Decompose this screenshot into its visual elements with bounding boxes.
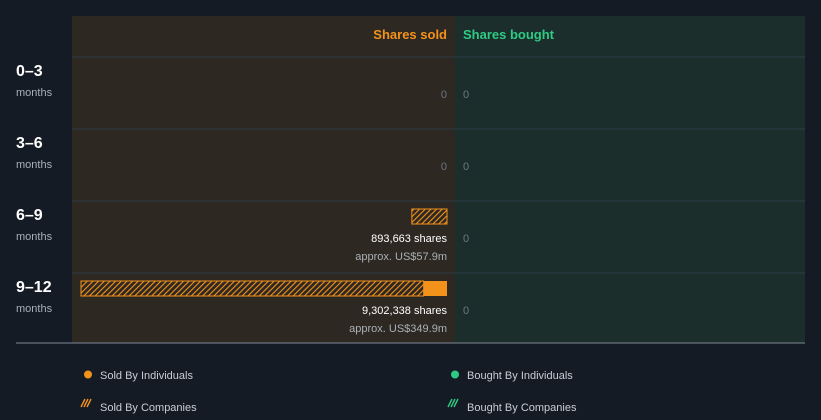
row-range-label: 0–3 [16,63,43,80]
row-unit-label: months [16,303,53,315]
row-unit-label: months [16,159,53,171]
bought-companies-legend-swatch [447,398,459,408]
row-range-label: 6–9 [16,207,43,224]
bought-header: Shares bought [463,27,555,42]
legend-label: Bought By Individuals [467,370,573,382]
bought-zero-label: 0 [463,305,469,317]
legend-label: Bought By Companies [467,402,577,414]
sold-shares-label: 9,302,338 shares [362,305,448,317]
sold-zero-label: 0 [441,89,447,101]
sold-individuals-legend-swatch [84,370,92,379]
sold-value-label: approx. US$57.9m [355,251,447,263]
row-range-label: 3–6 [16,135,43,152]
legend: Sold By Individuals Bought By Individuals… [80,370,577,414]
sold-header: Shares sold [373,27,447,42]
bought-zero-label: 0 [463,233,469,245]
bought-panel [455,16,805,343]
sold-companies-legend-swatch [80,398,92,408]
bought-individuals-legend-swatch [451,370,459,379]
insider-trading-chart: Shares sold Shares bought 0–3 months 0 0 3–6… [16,16,805,414]
sold-zero-label: 0 [441,161,447,173]
bar-sold-companies [411,208,448,225]
sold-shares-label: 893,663 shares [371,233,447,245]
legend-label: Sold By Companies [100,402,197,414]
sold-value-label: approx. US$349.9m [349,323,447,335]
bar-sold-companies [80,280,425,297]
row-unit-label: months [16,87,53,99]
row-range-label: 9–12 [16,279,52,296]
row-unit-label: months [16,231,53,243]
bought-zero-label: 0 [463,89,469,101]
legend-label: Sold By Individuals [100,370,193,382]
bought-zero-label: 0 [463,161,469,173]
bar-sold-individuals [423,281,447,296]
